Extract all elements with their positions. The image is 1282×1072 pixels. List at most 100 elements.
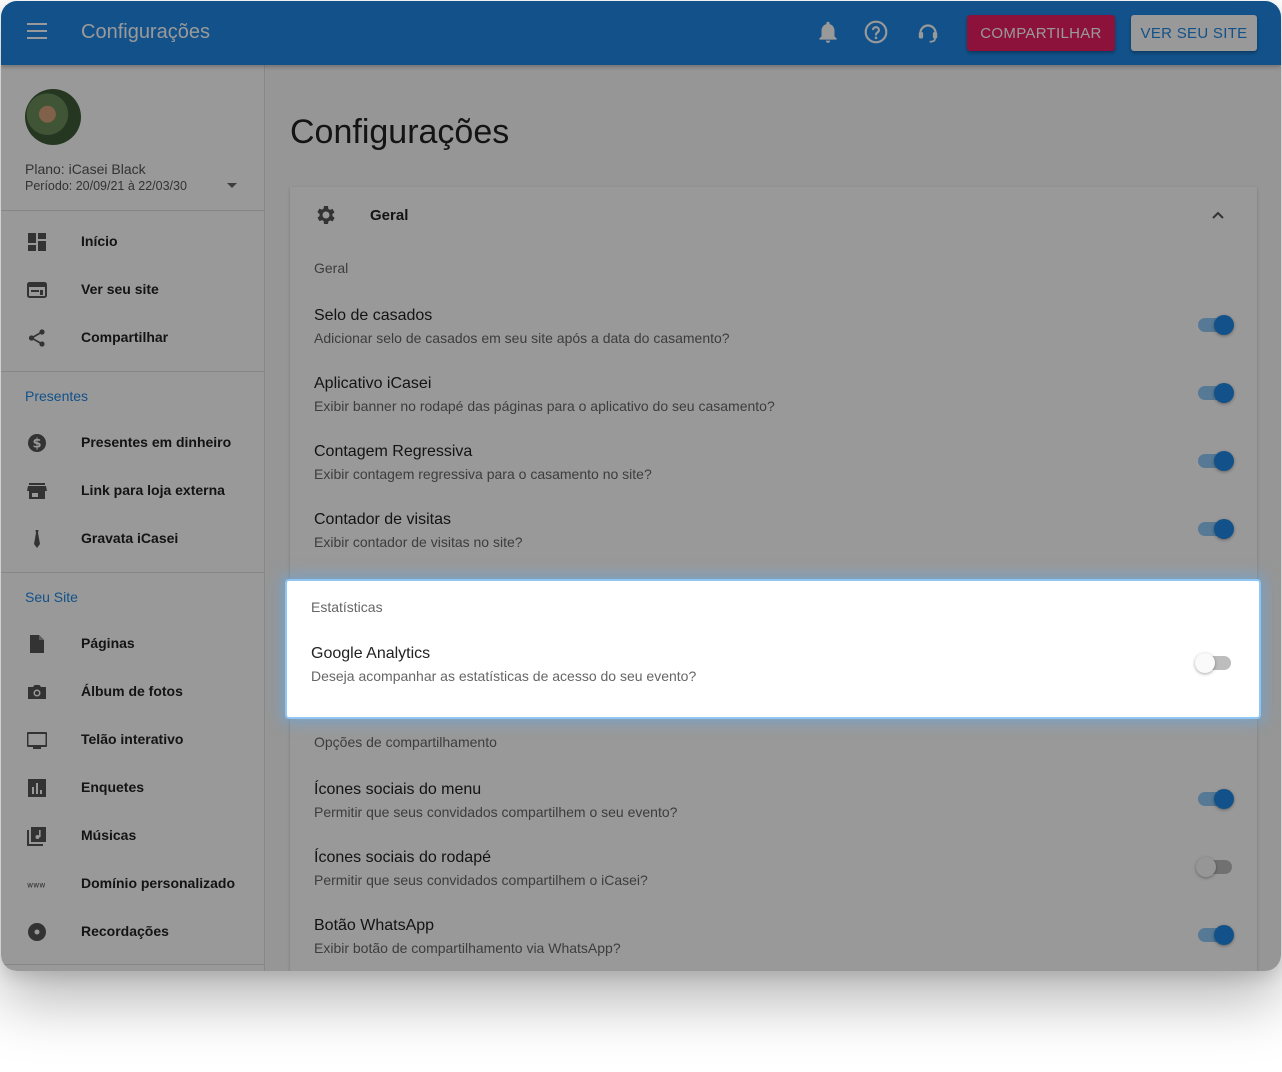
setting-icones-rodape: Ícones sociais do rodapé Permitir que se… [290,849,1257,917]
section-title-geral: Geral [314,260,349,276]
notification-bell-icon[interactable] [815,19,841,45]
setting-description: Exibir contagem regressiva para o casame… [314,466,652,482]
sidebar-item-label: Presentes em dinheiro [81,434,232,450]
music-icon [27,827,46,846]
sidebar-item-label: Ver seu site [81,281,159,297]
screen-icon [27,732,47,749]
store-icon [27,483,47,499]
setting-google-analytics: Google Analytics Deseja acompanhar as es… [287,645,1254,713]
sidebar-item-label: Enquetes [81,779,145,795]
sidebar-item-telao[interactable]: Telão interativo [1,716,264,764]
poll-icon [28,779,46,797]
toggle-switch[interactable] [1196,923,1234,947]
camera-icon [28,685,46,699]
setting-contador-visitas: Contador de visitas Exibir contador de v… [290,511,1257,579]
toggle-switch[interactable] [1196,517,1234,541]
www-icon: www [27,880,45,889]
divider [1,371,265,372]
setting-title: Contador de visitas [314,511,451,528]
toggle-switch[interactable] [1196,449,1234,473]
sidebar-item-paginas[interactable]: Páginas [1,620,264,668]
money-icon: $ [28,434,46,452]
plan-label: Plano: iCasei Black [25,161,146,177]
sidebar-item-enquetes[interactable]: Enquetes [1,764,264,812]
main-content: Configurações Geral Geral Selo de casado… [266,65,1281,971]
sidebar: Plano: iCasei Black Período: 20/09/21 à … [1,65,265,971]
divider [1,572,265,573]
setting-selo-casados: Selo de casados Adicionar selo de casado… [290,307,1257,375]
sidebar-item-recordacoes[interactable]: Recordações [1,908,264,956]
sidebar-item-label: Páginas [81,635,135,651]
setting-description: Permitir que seus convidados compartilhe… [314,872,648,888]
share-button[interactable]: COMPARTILHAR [967,15,1115,51]
chevron-up-icon[interactable] [1210,207,1226,223]
divider [1,210,265,211]
setting-icones-menu: Ícones sociais do menu Permitir que seus… [290,781,1257,849]
svg-text:$: $ [32,437,41,452]
card-header[interactable]: Geral [290,187,1257,243]
sidebar-item-label: Músicas [81,827,137,843]
app-frame: Configurações COMPARTILHAR VER SEU SITE … [1,1,1281,971]
sidebar-item-label: Gravata iCasei [81,530,179,546]
sidebar-item-presentes-dinheiro[interactable]: $ Presentes em dinheiro [1,419,264,467]
divider [1,964,265,965]
section-title-estatisticas: Estatísticas [311,599,383,615]
toggle-switch[interactable] [1196,313,1234,337]
sidebar-item-album[interactable]: Álbum de fotos [1,668,264,716]
sidebar-item-label: Domínio personalizado [81,875,236,891]
view-site-button[interactable]: VER SEU SITE [1131,15,1257,51]
top-app-bar: Configurações COMPARTILHAR VER SEU SITE [1,1,1281,65]
section-title-presentes: Presentes [25,388,89,404]
toggle-switch[interactable] [1196,381,1234,405]
setting-title: Ícones sociais do rodapé [314,849,491,866]
sidebar-item-ver-seu-site[interactable]: Ver seu site [1,266,264,314]
help-icon[interactable] [863,19,889,45]
setting-description: Exibir botão de compartilhamento via Wha… [314,940,621,956]
setting-title: Selo de casados [314,307,433,324]
page-title: Configurações [290,113,510,151]
setting-title: Ícones sociais do menu [314,781,482,798]
sidebar-item-compartilhar[interactable]: Compartilhar [1,314,264,362]
app-bar-title: Configurações [81,21,210,43]
sidebar-item-musicas[interactable]: Músicas [1,812,264,860]
settings-card: Geral Geral Selo de casados Adicionar se… [290,187,1257,971]
svg-text:www: www [27,880,45,889]
toggle-switch[interactable] [1196,855,1234,879]
setting-contagem-regressiva: Contagem Regressiva Exibir contagem regr… [290,443,1257,511]
setting-aplicativo: Aplicativo iCasei Exibir banner no rodap… [290,375,1257,443]
card-title: Geral [370,207,409,224]
setting-botao-whatsapp: Botão WhatsApp Exibir botão de compartil… [290,917,1257,971]
google-analytics-toggle[interactable] [1195,651,1233,675]
dashboard-icon [28,233,46,251]
section-title-compartilhamento: Opções de compartilhamento [314,734,497,750]
setting-description: Adicionar selo de casados em seu site ap… [314,330,730,346]
menu-icon[interactable] [27,23,47,39]
period-label: Período: 20/09/21 à 22/03/30 [25,179,187,193]
sidebar-item-dominio[interactable]: www Domínio personalizado [1,860,264,908]
sidebar-item-inicio[interactable]: Início [1,218,264,266]
sidebar-item-label: Link para loja externa [81,482,225,498]
toggle-switch[interactable] [1196,787,1234,811]
setting-description: Exibir banner no rodapé das páginas para… [314,398,775,414]
sidebar-item-gravata[interactable]: Gravata iCasei [1,515,264,563]
section-title-seu-site: Seu Site [25,589,78,605]
sidebar-item-label: Início [81,233,118,249]
web-icon [27,282,47,298]
setting-title: Botão WhatsApp [314,917,435,934]
setting-description: Permitir que seus convidados compartilhe… [314,804,678,820]
page-icon [30,635,44,653]
sidebar-item-label: Telão interativo [81,731,184,747]
highlighted-section-estatisticas: Estatísticas Google Analytics Deseja aco… [287,581,1259,717]
support-icon[interactable] [915,19,941,45]
chevron-down-icon[interactable] [227,183,237,188]
setting-description: Deseja acompanhar as estatísticas de ace… [311,668,697,684]
sidebar-item-label: Recordações [81,923,169,939]
setting-description: Exibir contador de visitas no site? [314,534,523,550]
gear-icon [317,206,335,224]
sidebar-item-label: Compartilhar [81,329,169,345]
sidebar-item-link-loja[interactable]: Link para loja externa [1,467,264,515]
sidebar-item-label: Álbum de fotos [81,683,183,699]
avatar[interactable] [25,89,81,145]
tie-icon [34,530,40,548]
setting-title: Contagem Regressiva [314,443,473,460]
